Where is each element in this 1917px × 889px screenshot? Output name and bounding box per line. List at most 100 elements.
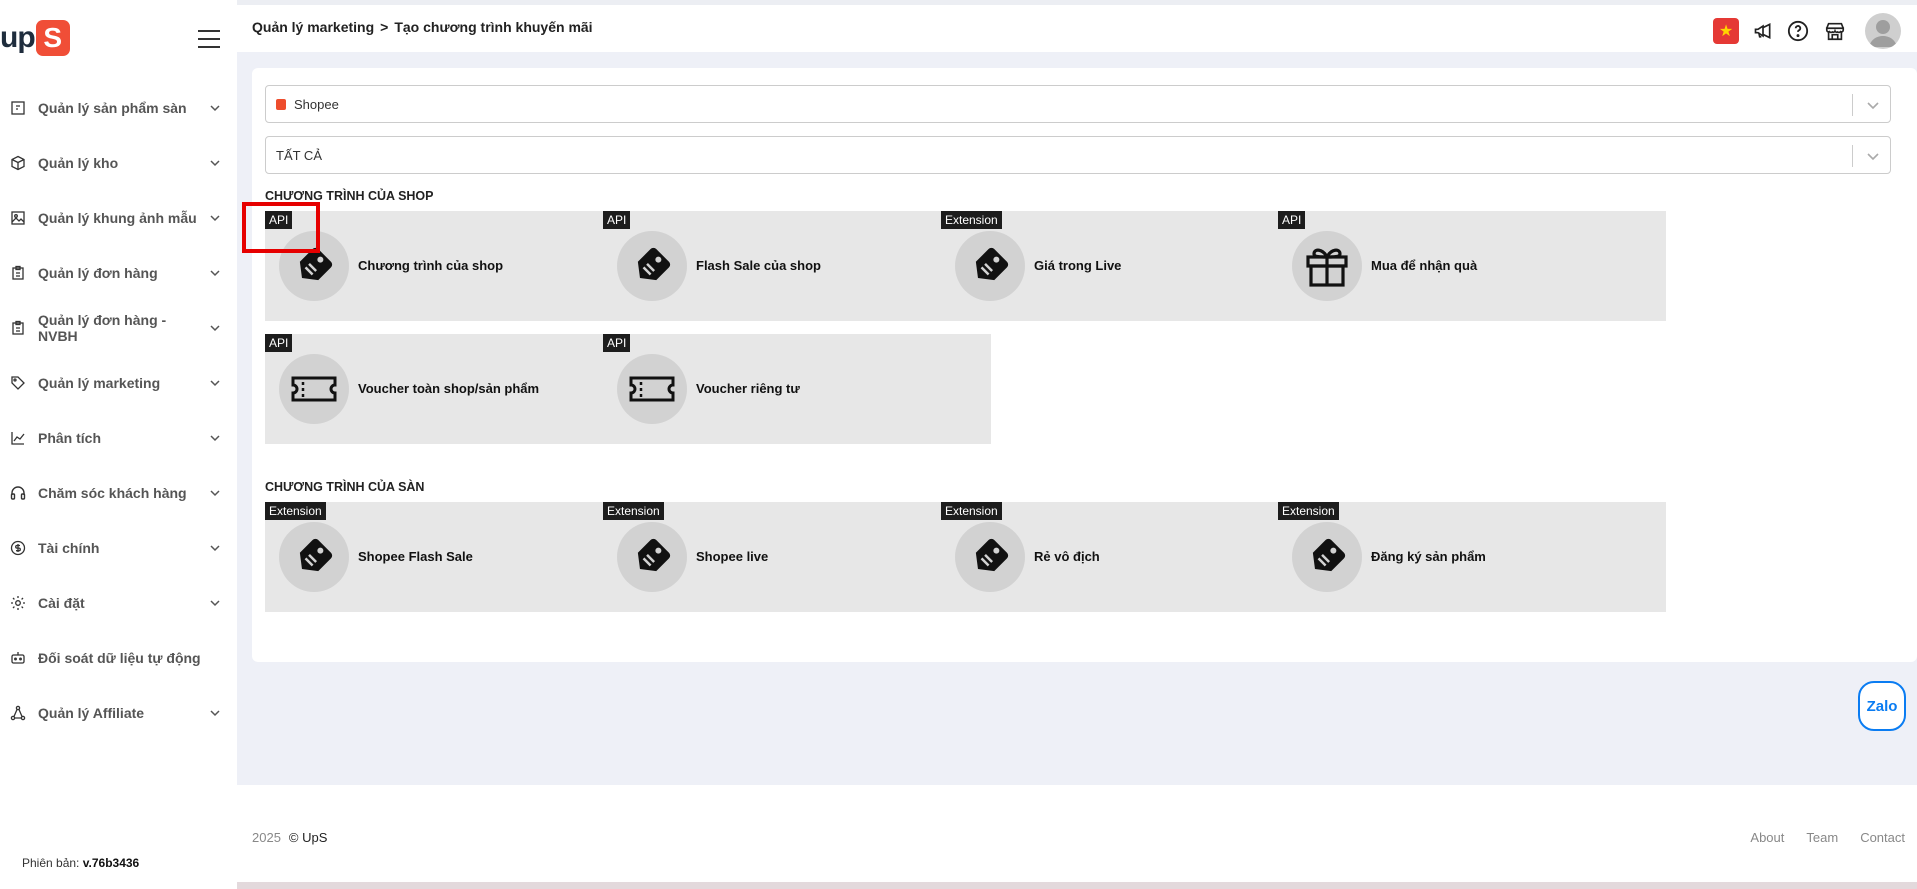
chevron-down-icon bbox=[1867, 153, 1879, 161]
version-value: v.76b3436 bbox=[82, 856, 140, 870]
integration-badge: Extension bbox=[941, 502, 1002, 520]
footer-link-about[interactable]: About bbox=[1750, 830, 1784, 845]
network-icon bbox=[10, 705, 26, 721]
clipboard-icon bbox=[10, 265, 26, 281]
chevron-down-icon bbox=[210, 434, 220, 441]
promo-card-name: Voucher riêng tư bbox=[696, 381, 800, 396]
platform-select-value: Shopee bbox=[294, 97, 339, 112]
sidebar-item-0[interactable]: Quản lý sản phẩm sàn bbox=[0, 80, 237, 135]
logo-text: up bbox=[0, 21, 36, 54]
megaphone-icon[interactable] bbox=[1753, 21, 1773, 41]
sidebar-item-9[interactable]: Cài đặt bbox=[0, 575, 237, 630]
promo-card[interactable]: Extension Giá trong Live bbox=[941, 211, 1329, 321]
promo-card[interactable]: API Voucher toàn shop/sản phẩm bbox=[265, 334, 653, 444]
sidebar-item-8[interactable]: Tài chính bbox=[0, 520, 237, 575]
user-avatar-icon[interactable] bbox=[1865, 13, 1901, 49]
tag-icon bbox=[10, 375, 26, 391]
menu-toggle-icon[interactable] bbox=[198, 30, 220, 48]
integration-badge: API bbox=[265, 334, 293, 352]
tag-icon bbox=[955, 522, 1025, 592]
zalo-chat-button[interactable]: Zalo bbox=[1858, 681, 1906, 731]
promo-card[interactable]: API Chương trình của shop bbox=[265, 211, 653, 321]
sidebar-item-label: Chăm sóc khách hàng bbox=[38, 484, 187, 501]
section-title-shop: CHƯƠNG TRÌNH CỦA SHOP bbox=[265, 189, 434, 203]
chevron-down-icon bbox=[210, 104, 220, 111]
sidebar-item-label: Phân tích bbox=[38, 429, 102, 446]
footer-copyright-text: © UpS bbox=[288, 830, 328, 845]
line-chart-icon bbox=[10, 430, 26, 446]
program-type-select[interactable]: TẤT CẢ bbox=[265, 136, 1891, 174]
promo-card-name: Shopee Flash Sale bbox=[358, 549, 473, 564]
warehouse-cube-icon bbox=[10, 155, 26, 171]
promo-card[interactable]: Extension Đăng ký sản phẩm bbox=[1278, 502, 1666, 612]
chevron-down-icon bbox=[210, 159, 220, 166]
promo-card-name: Chương trình của shop bbox=[358, 258, 504, 273]
integration-badge: Extension bbox=[265, 502, 326, 520]
sidebar-item-3[interactable]: Quản lý đơn hàng bbox=[0, 245, 237, 300]
promo-card-name: Mua để nhận quà bbox=[1371, 258, 1478, 273]
integration-badge: Extension bbox=[603, 502, 664, 520]
sidebar-item-7[interactable]: Chăm sóc khách hàng bbox=[0, 465, 237, 520]
integration-badge: Extension bbox=[1278, 502, 1339, 520]
promo-card-name: Voucher toàn shop/sản phẩm bbox=[358, 381, 540, 396]
clipboard-icon bbox=[10, 320, 26, 336]
vietnam-flag-icon[interactable]: ★ bbox=[1713, 18, 1739, 44]
gear-icon bbox=[10, 595, 26, 611]
version-label: Phiên bản: bbox=[22, 856, 80, 870]
breadcrumb: Quản lý marketing > Tạo chương trình khuyế… bbox=[252, 19, 593, 35]
sidebar-item-10[interactable]: Đối soát dữ liệu tự động bbox=[0, 630, 237, 685]
footer-links: About Team Contact bbox=[1728, 830, 1905, 845]
chevron-down-icon bbox=[210, 599, 220, 606]
promo-card-name: Rẻ vô địch bbox=[1034, 549, 1100, 564]
promo-card[interactable]: API Voucher riêng tư bbox=[603, 334, 991, 444]
sidebar-item-5[interactable]: Quản lý marketing bbox=[0, 355, 237, 410]
integration-badge: API bbox=[603, 211, 631, 229]
promo-panel: Shopee TẤT CẢ CHƯƠNG TRÌNH CỦA SHOP API C… bbox=[252, 68, 1917, 662]
sidebar-item-label: Quản lý sản phẩm sàn bbox=[38, 99, 187, 116]
logo-row: up S bbox=[0, 0, 237, 80]
promo-card[interactable]: Extension Shopee live bbox=[603, 502, 991, 612]
sidebar-item-2[interactable]: Quản lý khung ảnh mẫu bbox=[0, 190, 237, 245]
product-box-icon bbox=[10, 100, 26, 116]
promo-card-name: Shopee live bbox=[696, 549, 769, 564]
section-title-platform: CHƯƠNG TRÌNH CỦA SÀN bbox=[265, 480, 425, 494]
header-icons: ★ bbox=[1699, 13, 1901, 49]
chevron-down-icon bbox=[210, 709, 220, 716]
tag-icon bbox=[955, 231, 1025, 301]
headset-icon bbox=[10, 485, 26, 501]
breadcrumb-item-current: Tạo chương trình khuyến mãi bbox=[394, 19, 593, 35]
ups-logo[interactable]: up S bbox=[0, 20, 70, 56]
breadcrumb-separator: > bbox=[380, 19, 389, 35]
sidebar-item-4[interactable]: Quản lý đơn hàng - NVBH bbox=[0, 300, 237, 355]
footer-copyright: 2025 © UpS bbox=[252, 830, 327, 845]
promo-card[interactable]: API Mua để nhận quà bbox=[1278, 211, 1666, 321]
footer: 2025 © UpS About Team Contact bbox=[237, 785, 1917, 889]
bottom-strip bbox=[237, 882, 1917, 889]
sidebar-item-label: Quản lý khung ảnh mẫu bbox=[38, 209, 197, 226]
sidebar-item-6[interactable]: Phân tích bbox=[0, 410, 237, 465]
footer-link-team[interactable]: Team bbox=[1806, 830, 1838, 845]
top-header: Quản lý marketing > Tạo chương trình khuyế… bbox=[237, 0, 1917, 52]
chevron-down-icon bbox=[210, 379, 220, 386]
version-info: Phiên bản: v.76b3436 bbox=[22, 856, 139, 870]
breadcrumb-item-marketing[interactable]: Quản lý marketing bbox=[252, 19, 374, 35]
sidebar-item-1[interactable]: Quản lý kho bbox=[0, 135, 237, 190]
help-circle-icon[interactable] bbox=[1787, 20, 1809, 42]
footer-year: 2025 bbox=[252, 830, 281, 845]
logo-mark: S bbox=[35, 20, 70, 56]
store-icon[interactable] bbox=[1823, 20, 1847, 42]
promo-card[interactable]: Extension Shopee Flash Sale bbox=[265, 502, 653, 612]
ticket-icon bbox=[617, 354, 687, 424]
chevron-down-icon bbox=[210, 489, 220, 496]
sidebar-item-label: Cài đặt bbox=[38, 594, 85, 611]
promo-card[interactable]: API Flash Sale của shop bbox=[603, 211, 991, 321]
image-frame-icon bbox=[10, 210, 26, 226]
platform-select[interactable]: Shopee bbox=[265, 85, 1891, 123]
footer-link-contact[interactable]: Contact bbox=[1860, 830, 1905, 845]
tag-icon bbox=[617, 522, 687, 592]
sidebar: up S Quản lý sản phẩm sàn Quản lý kho Quản… bbox=[0, 0, 237, 889]
sidebar-item-11[interactable]: Quản lý Affiliate bbox=[0, 685, 237, 740]
sidebar-nav: Quản lý sản phẩm sàn Quản lý kho Quản lý k… bbox=[0, 80, 237, 740]
tag-icon bbox=[1292, 522, 1362, 592]
promo-card[interactable]: Extension Rẻ vô địch bbox=[941, 502, 1329, 612]
